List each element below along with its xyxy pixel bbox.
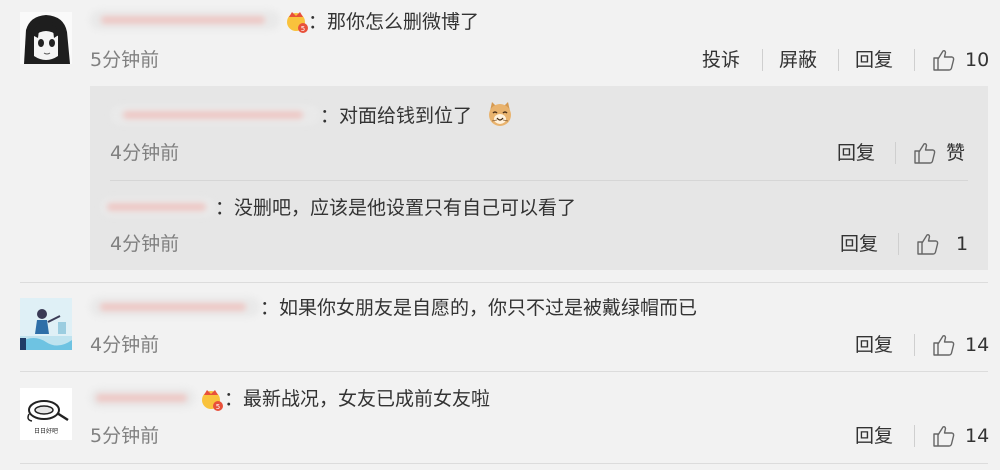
action-separator [762, 49, 763, 71]
svg-text:5: 5 [216, 403, 220, 411]
user-avatar[interactable] [20, 298, 72, 350]
crown-badge-icon: 5 [287, 12, 308, 33]
reply-time: 4分钟前 [110, 142, 180, 164]
report-button[interactable]: 投诉 [702, 48, 740, 72]
action-separator [914, 334, 915, 356]
like-count: 10 [965, 49, 990, 71]
cat-emoji-icon [489, 102, 511, 126]
comment-text: ：最新战况，女友已成前女友啦 [224, 388, 491, 410]
comment-text: ：如果你女朋友是自愿的，你只不过是被戴绿帽而已 [260, 297, 698, 319]
block-button[interactable]: 屏蔽 [779, 48, 817, 72]
reply-button[interactable]: 回复 [855, 424, 893, 448]
comment-divider [20, 282, 988, 283]
comment-time: 5分钟前 [90, 425, 160, 447]
reply-text: ：没删吧，应该是他设置只有自己可以看了 [215, 197, 577, 219]
reply-divider [110, 180, 968, 181]
thumbs-up-icon[interactable] [916, 232, 940, 256]
action-separator [838, 49, 839, 71]
comment-time: 5分钟前 [90, 49, 160, 71]
reply-time: 4分钟前 [110, 233, 180, 255]
action-separator [898, 233, 899, 255]
username-redacted[interactable] [90, 10, 280, 30]
like-count: 14 [965, 425, 990, 447]
like-label[interactable]: 赞 [946, 141, 965, 165]
reply-button[interactable]: 回复 [855, 333, 893, 357]
thumbs-up-icon[interactable] [932, 48, 956, 72]
reply-button[interactable]: 回复 [855, 48, 893, 72]
avatar-caption: 日日好吧 [33, 428, 58, 435]
username-redacted[interactable] [100, 197, 215, 217]
action-separator [895, 142, 896, 164]
reply-button[interactable]: 回复 [840, 232, 878, 256]
user-avatar[interactable]: 日日好吧 [20, 388, 72, 440]
comment-time: 4分钟前 [90, 334, 160, 356]
like-count: 1 [956, 233, 969, 255]
reply-button[interactable]: 回复 [837, 141, 875, 165]
comment-divider [20, 463, 988, 464]
username-redacted[interactable] [90, 388, 195, 408]
thumbs-up-icon[interactable] [932, 424, 956, 448]
username-redacted[interactable] [110, 105, 320, 125]
thumbs-up-icon[interactable] [913, 141, 937, 165]
crown-badge-icon: 5 [202, 390, 223, 411]
reply-text: ：对面给钱到位了 [320, 105, 473, 127]
action-separator [914, 49, 915, 71]
thumbs-up-icon[interactable] [932, 333, 956, 357]
comment-text: ：那你怎么删微博了 [308, 11, 480, 33]
like-count: 14 [965, 334, 990, 356]
action-separator [914, 425, 915, 447]
svg-text:5: 5 [301, 25, 305, 33]
user-avatar[interactable] [20, 12, 72, 64]
comment-divider [20, 371, 988, 372]
username-redacted[interactable] [90, 297, 260, 317]
